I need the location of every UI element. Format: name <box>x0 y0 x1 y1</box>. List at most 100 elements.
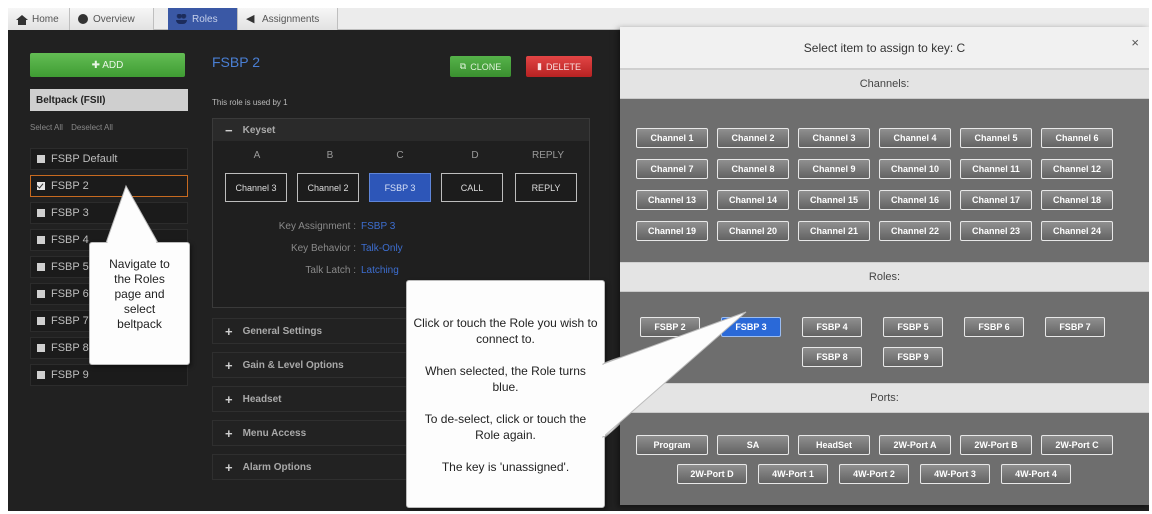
port-button[interactable]: 4W-Port 2 <box>839 464 909 484</box>
checkbox[interactable] <box>37 236 45 244</box>
section-headset[interactable]: + Headset <box>212 386 412 412</box>
channel-button[interactable]: Channel 24 <box>1041 221 1113 241</box>
channel-button[interactable]: Channel 12 <box>1041 159 1113 179</box>
role-item[interactable]: FSBP 9 <box>30 364 188 386</box>
channel-button[interactable]: Channel 3 <box>798 128 870 148</box>
role-button[interactable]: FSBP 4 <box>802 317 862 337</box>
talk-latch-label: Talk Latch : <box>305 265 356 276</box>
role-button[interactable]: FSBP 5 <box>883 317 943 337</box>
tab-roles[interactable]: Roles <box>168 8 238 30</box>
talk-latch-value[interactable]: Latching <box>361 265 399 276</box>
role-button[interactable]: FSBP 9 <box>883 347 943 367</box>
expand-icon: + <box>225 357 233 373</box>
section-gain-level[interactable]: + Gain & Level Options <box>212 352 412 378</box>
port-button[interactable]: 4W-Port 3 <box>920 464 990 484</box>
port-button[interactable]: HeadSet <box>798 435 870 455</box>
channel-button[interactable]: Channel 6 <box>1041 128 1113 148</box>
callout-navigate: Navigate to the Roles page and select be… <box>89 242 190 365</box>
role-item[interactable]: FSBP 3 <box>30 202 188 224</box>
tab-home[interactable]: Home <box>8 8 70 30</box>
ports-heading: Ports: <box>620 383 1149 413</box>
section-menu-access[interactable]: + Menu Access <box>212 420 412 446</box>
expand-icon: + <box>225 323 233 339</box>
key-button-a[interactable]: Channel 3 <box>225 173 287 202</box>
checkbox-checked[interactable] <box>37 182 45 190</box>
key-button-d[interactable]: CALL <box>441 173 503 202</box>
channel-button[interactable]: Channel 16 <box>879 190 951 210</box>
port-button[interactable]: SA <box>717 435 789 455</box>
role-item[interactable]: FSBP Default <box>30 148 188 170</box>
key-button-b[interactable]: Channel 2 <box>297 173 359 202</box>
key-assignment-value[interactable]: FSBP 3 <box>361 221 395 232</box>
port-button[interactable]: 2W-Port B <box>960 435 1032 455</box>
selection-links: Select All Deselect All <box>30 123 119 132</box>
section-alarm-options[interactable]: + Alarm Options <box>212 454 412 480</box>
delete-button[interactable]: ▮ DELETE <box>526 56 592 77</box>
key-column-label: REPLY <box>531 150 565 161</box>
key-button-reply[interactable]: REPLY <box>515 173 577 202</box>
channel-button[interactable]: Channel 21 <box>798 221 870 241</box>
role-item-selected[interactable]: FSBP 2 <box>30 175 188 197</box>
key-assignment-label: Key Assignment : <box>278 221 356 232</box>
channel-button[interactable]: Channel 18 <box>1041 190 1113 210</box>
add-button[interactable]: ✚ ADD <box>30 53 185 77</box>
channel-button[interactable]: Channel 9 <box>798 159 870 179</box>
section-general-settings[interactable]: + General Settings <box>212 318 412 344</box>
channels-heading: Channels: <box>620 69 1149 99</box>
port-button[interactable]: 2W-Port A <box>879 435 951 455</box>
clone-button[interactable]: ⧉ CLONE <box>450 56 511 77</box>
tab-overview[interactable]: Overview <box>70 8 154 30</box>
key-behavior-value[interactable]: Talk-Only <box>361 243 403 254</box>
channel-button[interactable]: Channel 2 <box>717 128 789 148</box>
roles-heading: Roles: <box>620 262 1149 292</box>
checkbox[interactable] <box>37 371 45 379</box>
channel-button[interactable]: Channel 23 <box>960 221 1032 241</box>
expand-icon: + <box>225 391 233 407</box>
channel-button[interactable]: Channel 5 <box>960 128 1032 148</box>
port-button[interactable]: Program <box>636 435 708 455</box>
home-icon <box>16 15 28 25</box>
port-button[interactable]: 4W-Port 1 <box>758 464 828 484</box>
channel-button[interactable]: Channel 4 <box>879 128 951 148</box>
app-window: Home Overview Roles ◀ Assignments ✚ ADD … <box>8 8 1149 511</box>
checkbox[interactable] <box>37 209 45 217</box>
channel-button[interactable]: Channel 7 <box>636 159 708 179</box>
users-icon <box>176 14 187 24</box>
channel-button[interactable]: Channel 22 <box>879 221 951 241</box>
modal-header: Select item to assign to key: C × <box>620 27 1149 69</box>
channel-button[interactable]: Channel 11 <box>960 159 1032 179</box>
channel-button[interactable]: Channel 20 <box>717 221 789 241</box>
deselect-all-link[interactable]: Deselect All <box>71 123 113 132</box>
port-button[interactable]: 2W-Port D <box>677 464 747 484</box>
port-button[interactable]: 4W-Port 4 <box>1001 464 1071 484</box>
checkbox[interactable] <box>37 290 45 298</box>
channel-button[interactable]: Channel 17 <box>960 190 1032 210</box>
key-column-label: C <box>396 150 404 161</box>
close-icon[interactable]: × <box>1131 35 1139 50</box>
channel-button[interactable]: Channel 1 <box>636 128 708 148</box>
role-button[interactable]: FSBP 7 <box>1045 317 1105 337</box>
channel-button[interactable]: Channel 14 <box>717 190 789 210</box>
channel-button[interactable]: Channel 8 <box>717 159 789 179</box>
checkbox[interactable] <box>37 344 45 352</box>
select-all-link[interactable]: Select All <box>30 123 63 132</box>
checkbox[interactable] <box>37 317 45 325</box>
modal-title: Select item to assign to key: C <box>803 40 966 55</box>
trash-icon: ▮ <box>537 61 542 71</box>
key-button-c[interactable]: FSBP 3 <box>369 173 431 202</box>
tab-assignments[interactable]: ◀ Assignments <box>238 8 338 30</box>
role-button[interactable]: FSBP 8 <box>802 347 862 367</box>
keyset-header[interactable]: − Keyset <box>213 119 589 141</box>
port-button[interactable]: 2W-Port C <box>1041 435 1113 455</box>
assign-key-modal: Select item to assign to key: C × Channe… <box>620 27 1149 505</box>
checkbox[interactable] <box>37 263 45 271</box>
channel-button[interactable]: Channel 10 <box>879 159 951 179</box>
channel-button[interactable]: Channel 19 <box>636 221 708 241</box>
checkbox[interactable] <box>37 155 45 163</box>
beltpack-type-header: Beltpack (FSII) <box>30 89 188 111</box>
role-button[interactable]: FSBP 6 <box>964 317 1024 337</box>
channel-button[interactable]: Channel 15 <box>798 190 870 210</box>
channel-button[interactable]: Channel 13 <box>636 190 708 210</box>
role-button-selected[interactable]: FSBP 3 <box>721 317 781 337</box>
role-button[interactable]: FSBP 2 <box>640 317 700 337</box>
